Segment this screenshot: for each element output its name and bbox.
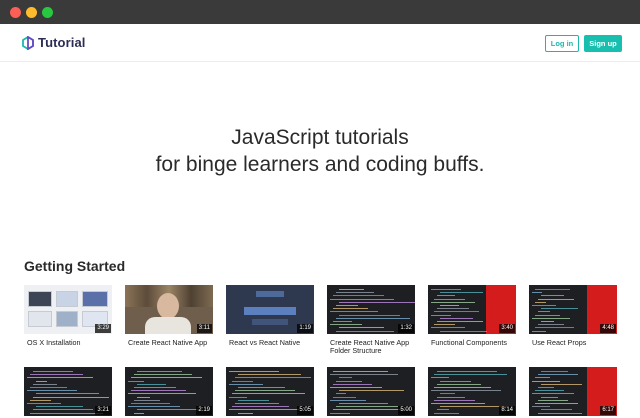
video-duration: 1:19 (297, 324, 313, 333)
video-thumbnail[interactable]: 6:17 (529, 367, 617, 416)
logo-text: Tutorial (38, 35, 86, 50)
top-navbar: Tutorial Log in Sign up (0, 24, 640, 62)
hero-heading: JavaScript tutorials for binge learners … (0, 124, 640, 178)
video-duration: 3:29 (95, 324, 111, 333)
video-thumbnail[interactable]: 3:11 (125, 285, 213, 334)
video-card[interactable]: 2:19 (125, 367, 213, 416)
login-button[interactable]: Log in (545, 35, 579, 52)
video-card[interactable]: 4:48 Use React Props (529, 285, 617, 347)
video-title[interactable]: React vs React Native (226, 338, 314, 347)
video-card[interactable]: 3:11 Create React Native App (125, 285, 213, 347)
video-thumbnail[interactable]: 1:19 (226, 285, 314, 334)
video-thumbnail[interactable]: 8:14 (428, 367, 516, 416)
video-thumbnail[interactable]: 3:29 (24, 285, 112, 334)
video-duration: 8:14 (499, 406, 515, 415)
video-title[interactable]: Use React Props (529, 338, 617, 347)
window-titlebar (0, 0, 640, 24)
video-card[interactable]: 3:29 OS X Installation (24, 285, 112, 347)
hero-line-2: for binge learners and coding buffs. (155, 153, 485, 176)
video-card[interactable]: 5:00 (327, 367, 415, 416)
video-thumbnail[interactable]: 1:32 (327, 285, 415, 334)
video-thumbnail[interactable]: 3:40 (428, 285, 516, 334)
minimize-window-icon[interactable] (26, 7, 37, 18)
video-thumbnail[interactable]: 2:19 (125, 367, 213, 416)
video-card[interactable]: 3:21 (24, 367, 112, 416)
maximize-window-icon[interactable] (42, 7, 53, 18)
video-title[interactable]: Create React Native App (125, 338, 213, 347)
video-duration: 3:11 (196, 324, 212, 333)
video-duration: 2:19 (196, 406, 212, 415)
video-duration: 6:17 (600, 406, 616, 415)
video-title[interactable]: Create React Native App Folder Structure (327, 338, 415, 356)
video-thumbnail[interactable]: 4:48 (529, 285, 617, 334)
video-thumbnail[interactable]: 5:05 (226, 367, 314, 416)
video-card[interactable]: 1:32 Create React Native App Folder Struc… (327, 285, 415, 356)
video-card[interactable]: 8:14 (428, 367, 516, 416)
video-duration: 1:32 (398, 324, 414, 333)
hexagon-logo-icon (22, 35, 34, 50)
video-thumbnail[interactable]: 5:00 (327, 367, 415, 416)
video-duration: 5:05 (297, 406, 313, 415)
video-title[interactable]: OS X Installation (24, 338, 112, 347)
video-thumbnail[interactable]: 3:21 (24, 367, 112, 416)
section-title: Getting Started (24, 258, 126, 274)
logo[interactable]: Tutorial (22, 35, 86, 50)
video-duration: 5:00 (398, 406, 414, 415)
video-card[interactable]: 6:17 (529, 367, 617, 416)
video-title[interactable]: Functional Components (428, 338, 516, 347)
video-card[interactable]: 3:40 Functional Components (428, 285, 516, 347)
signup-button[interactable]: Sign up (584, 35, 622, 52)
video-duration: 3:40 (499, 324, 515, 333)
video-card[interactable]: 5:05 (226, 367, 314, 416)
close-window-icon[interactable] (10, 7, 21, 18)
hero-line-1: JavaScript tutorials (231, 126, 409, 149)
video-card[interactable]: 1:19 React vs React Native (226, 285, 314, 347)
video-duration: 4:48 (600, 324, 616, 333)
video-duration: 3:21 (95, 406, 111, 415)
